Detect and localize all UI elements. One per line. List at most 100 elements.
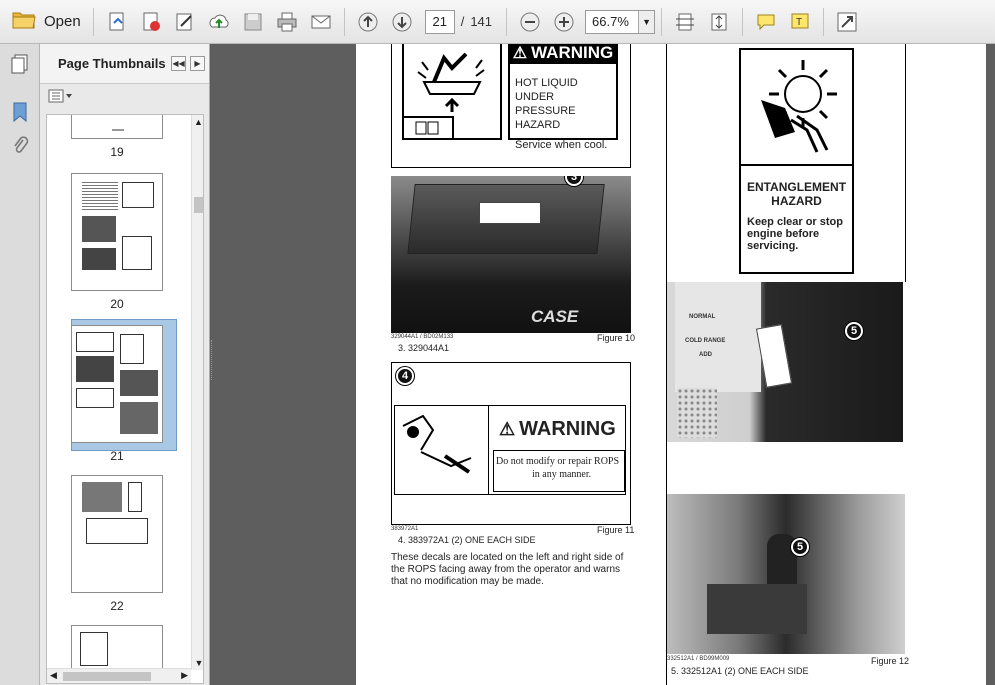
- bookmark-icon[interactable]: [6, 98, 34, 126]
- panel-header: Page Thumbnails ◀◀ ▶: [40, 44, 209, 84]
- open-label: Open: [44, 13, 81, 30]
- scroll-down-icon[interactable]: ▼: [192, 658, 203, 668]
- zoom-out-icon[interactable]: [516, 8, 544, 36]
- hide-panel-icon[interactable]: ▶: [190, 56, 205, 71]
- separator: [742, 7, 744, 36]
- previous-page-icon[interactable]: [354, 8, 382, 36]
- figure-11-frame: 4 ⚠ WARNING Do not modify or repair ROPS…: [391, 362, 631, 525]
- zoom-select[interactable]: 66.7% ▼: [585, 9, 656, 34]
- panel-splitter[interactable]: [211, 340, 215, 380]
- cold-range-mark: COLD RANGE: [685, 338, 726, 344]
- fit-page-icon[interactable]: [705, 8, 733, 36]
- thumbnail-page-19[interactable]: 19: [47, 115, 187, 159]
- figure-12-code: 332512A1 / BD99M009: [667, 656, 730, 662]
- page-number-input[interactable]: 21: [424, 9, 455, 34]
- email-icon[interactable]: [307, 8, 335, 36]
- separator: [823, 7, 825, 36]
- figure-10-label: Figure 10: [597, 333, 636, 343]
- warning-line-2: PRESSURE HAZARD: [515, 105, 576, 131]
- scroll-thumb[interactable]: [194, 197, 203, 213]
- rops-warning-body: Do not modify or repair ROPS in any mann…: [493, 450, 625, 492]
- rops-line-2: in any manner.: [532, 469, 592, 480]
- warning-header: ⚠ WARNING: [510, 44, 616, 64]
- entanglement-title-1: ENTANGLEMENT: [746, 180, 847, 194]
- thumbnail-label: 22: [110, 599, 124, 613]
- fit-width-icon[interactable]: [671, 8, 699, 36]
- thumbnail-list: 19 20 21 22 ▲ ▼ ◀ ▶: [46, 114, 204, 684]
- navigation-rail: [0, 44, 40, 685]
- figure-11-label: Figure 11: [597, 525, 635, 535]
- engine-block: [707, 584, 807, 634]
- zoom-value: 66.7%: [592, 14, 629, 29]
- figure-10-code: 329044A1 / BD02M133: [391, 334, 454, 340]
- decal-label: [479, 202, 541, 224]
- page-separator: /: [460, 14, 465, 29]
- folder-icon: [12, 10, 36, 33]
- callout-4: 4: [396, 367, 414, 385]
- warning-triangle-icon: ⚠: [512, 45, 528, 62]
- comment-icon[interactable]: [752, 8, 780, 36]
- figure-10-item: 3. 329044A1: [398, 343, 450, 353]
- figure-12-photo: 5: [667, 494, 905, 654]
- print-icon[interactable]: [273, 8, 301, 36]
- highlight-icon[interactable]: T: [786, 8, 814, 36]
- scroll-thumb-horizontal[interactable]: [63, 672, 151, 681]
- collapse-panel-icon[interactable]: ◀◀: [171, 56, 186, 71]
- callout-5-figure-12: 5: [791, 538, 809, 556]
- vertical-scrollbar[interactable]: ▲ ▼: [191, 115, 203, 670]
- zoom-in-icon[interactable]: [550, 8, 578, 36]
- open-button[interactable]: Open: [6, 7, 87, 37]
- rops-line-1: Do not modify or repair ROPS: [496, 456, 620, 467]
- toolbar: Open 21 / 141 66.7% ▼ T: [0, 0, 995, 44]
- case-logo: CASE: [531, 307, 579, 326]
- separator: [506, 7, 508, 36]
- document-page: ⚠ WARNING HOT LIQUID UNDER PRESSURE HAZA…: [356, 44, 986, 685]
- rops-pictogram: [395, 406, 489, 494]
- edit-pdf-icon[interactable]: [137, 8, 165, 36]
- callout-5: 5: [845, 322, 863, 340]
- create-pdf-icon[interactable]: [103, 8, 131, 36]
- upload-icon[interactable]: [205, 8, 233, 36]
- rops-warning-header: ⚠ WARNING: [499, 418, 616, 441]
- document-viewport[interactable]: ⚠ WARNING HOT LIQUID UNDER PRESSURE HAZA…: [211, 44, 995, 685]
- figure-12-item: 5. 332512A1 (2) ONE EACH SIDE: [671, 666, 809, 676]
- horizontal-scrollbar[interactable]: ◀ ▶: [47, 668, 191, 683]
- chevron-down-icon[interactable]: ▼: [638, 10, 655, 33]
- warning-body: HOT LIQUID UNDER PRESSURE HAZARD Service…: [510, 64, 616, 152]
- page-thumbnails-icon[interactable]: [6, 50, 34, 78]
- attachment-icon[interactable]: [6, 132, 34, 160]
- coolant-reservoir-photo: NORMAL COLD RANGE ADD 5: [667, 282, 903, 442]
- warning-footer: Service when cool.: [515, 139, 608, 151]
- panel-options: [40, 84, 209, 110]
- scroll-up-icon[interactable]: ▲: [192, 117, 203, 127]
- add-mark: ADD: [699, 352, 712, 358]
- thumbnail-label: 20: [110, 297, 124, 311]
- svg-text:T: T: [796, 17, 802, 28]
- perforated-panel: [677, 388, 717, 438]
- warning-line-1: HOT LIQUID UNDER: [515, 77, 578, 103]
- scroll-right-icon[interactable]: ▶: [181, 670, 188, 681]
- figure-11-paragraph: These decals are located on the left and…: [391, 552, 624, 587]
- entanglement-title-2: HAZARD: [771, 194, 822, 208]
- separator: [92, 7, 94, 36]
- next-page-icon[interactable]: [388, 8, 416, 36]
- thumbnail-page-21[interactable]: 21: [47, 319, 187, 463]
- thumbnail-label: 19: [110, 145, 124, 159]
- reservoir-tank: [675, 282, 761, 392]
- scroll-left-icon[interactable]: ◀: [50, 670, 57, 681]
- options-menu-icon[interactable]: [48, 89, 74, 106]
- figure-10-photo: 3 CASE: [391, 176, 631, 333]
- save-icon[interactable]: [239, 8, 267, 36]
- figure-11-item: 4. 383972A1 (2) ONE EACH SIDE: [398, 535, 536, 545]
- thumbnail-page-20[interactable]: 20: [47, 173, 187, 311]
- entanglement-decal: ENTANGLEMENT HAZARD Keep clear or stop e…: [739, 48, 854, 274]
- thumbnail-label: 21: [110, 449, 124, 463]
- hot-liquid-decal-frame: ⚠ WARNING HOT LIQUID UNDER PRESSURE HAZA…: [391, 44, 631, 168]
- sign-icon[interactable]: [171, 8, 199, 36]
- manual-book-icon: [402, 116, 454, 140]
- thumbnail-image: [71, 475, 163, 593]
- thumbnail-page-22[interactable]: 22: [47, 475, 187, 613]
- expand-icon[interactable]: [833, 8, 861, 36]
- page-total: 141: [470, 14, 493, 29]
- panel-title: Page Thumbnails: [58, 56, 166, 71]
